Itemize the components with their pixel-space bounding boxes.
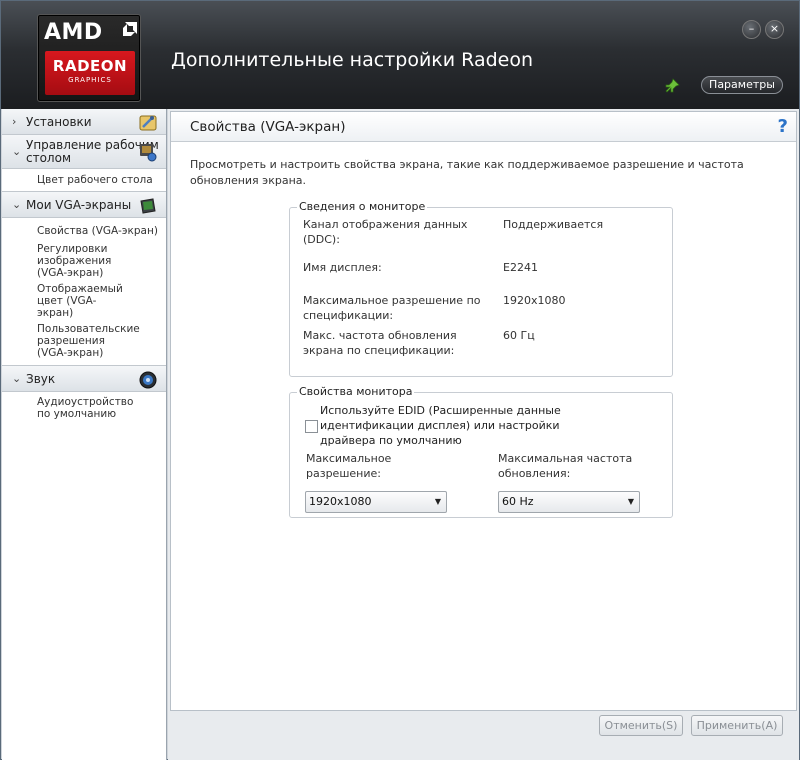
logo-sub: GRAPHICS xyxy=(68,76,112,84)
desktop-icon xyxy=(140,144,157,162)
display-name-label: Имя дисплея: xyxy=(303,261,382,274)
chevron-down-icon: ⌄ xyxy=(12,145,22,158)
main-panel: Свойства (VGA-экран) ? Просмотреть и нас… xyxy=(168,109,799,760)
max-refresh-value: 60 Hz xyxy=(502,495,534,508)
monitor-properties-group: Свойства монитора Используйте EDID (Расш… xyxy=(289,385,673,518)
max-resolution-label: Максимальное разрешение: xyxy=(306,452,392,480)
parameters-button[interactable]: Параметры xyxy=(701,76,783,94)
app-window: AMD RADEON GRAPHICS Дополнительные настр… xyxy=(0,0,800,760)
page-header: Свойства (VGA-экран) ? xyxy=(171,112,796,142)
logo-brand: AMD xyxy=(44,20,103,45)
chevron-right-icon: › xyxy=(12,115,17,128)
sidebar-item-desktop-management[interactable]: ⌄ Управление рабочим столом xyxy=(2,135,166,169)
sidebar-item-vga-properties[interactable]: Свойства (VGA-экран) xyxy=(2,222,166,241)
content-area: Свойства (VGA-экран) ? Просмотреть и нас… xyxy=(170,111,797,711)
ddc-label: Канал отображения данных (DDC): xyxy=(303,218,468,246)
apply-button[interactable]: Применить(A) xyxy=(691,715,783,736)
sidebar-item-display-color[interactable]: Отображаемый цвет (VGA-экран) xyxy=(2,281,132,321)
minimize-button[interactable]: – xyxy=(742,20,761,39)
ddc-value: Поддерживается xyxy=(503,218,604,231)
group-legend: Свойства монитора xyxy=(297,385,415,398)
help-icon[interactable]: ? xyxy=(778,116,788,137)
sidebar-item-image-adjustments[interactable]: Регулировки изображения (VGA-экран) xyxy=(2,241,132,281)
app-title: Дополнительные настройки Radeon xyxy=(171,49,534,71)
edid-checkbox[interactable] xyxy=(305,420,318,433)
max-resolution-select[interactable]: 1920x1080 ▼ xyxy=(305,491,447,513)
monitor-icon xyxy=(140,198,156,214)
sidebar-item-desktop-color[interactable]: Цвет рабочего стола xyxy=(2,169,166,192)
amd-logo: AMD RADEON GRAPHICS xyxy=(37,14,141,102)
dropdown-arrow-icon: ▼ xyxy=(434,497,441,506)
sidebar-item-settings[interactable]: › Установки xyxy=(2,109,166,135)
sidebar-item-custom-resolutions[interactable]: Пользовательские разрешения (VGA-экран) xyxy=(2,321,140,361)
max-refresh-label: Максимальная частота обновления: xyxy=(498,452,633,480)
dropdown-arrow-icon: ▼ xyxy=(627,497,634,506)
sidebar-item-sound[interactable]: ⌄ Звук xyxy=(2,366,166,392)
close-button[interactable]: × xyxy=(765,20,784,39)
page-description: Просмотреть и настроить свойства экрана,… xyxy=(190,158,744,187)
group-legend: Сведения о мониторе xyxy=(297,200,428,213)
chevron-down-icon: ⌄ xyxy=(12,372,22,385)
cancel-button[interactable]: Отменить(S) xyxy=(599,715,683,736)
max-resolution-value: 1920x1080 xyxy=(309,495,372,508)
page-title: Свойства (VGA-экран) xyxy=(190,119,346,135)
vga-submenu: Свойства (VGA-экран) Регулировки изображ… xyxy=(2,218,166,366)
sidebar: › Установки ⌄ Управление рабочим столом … xyxy=(2,109,167,760)
sidebar-item-default-audio[interactable]: Аудиоустройство по умолчанию xyxy=(2,392,142,422)
monitor-info-group: Сведения о мониторе Канал отображения да… xyxy=(289,200,673,377)
max-refresh-spec-label: Макс. частота обновления экрана по специ… xyxy=(303,329,457,357)
max-refresh-spec-value: 60 Гц xyxy=(503,329,535,342)
edid-checkbox-label[interactable]: Используйте EDID (Расширенные данные иде… xyxy=(320,403,570,448)
display-name-value: E2241 xyxy=(503,261,538,274)
max-resolution-spec-value: 1920x1080 xyxy=(503,294,566,307)
chevron-down-icon: ⌄ xyxy=(12,198,22,211)
max-resolution-spec-label: Максимальное разрешение по спецификации: xyxy=(303,294,481,322)
pin-icon[interactable] xyxy=(664,78,680,94)
max-refresh-select[interactable]: 60 Hz ▼ xyxy=(498,491,640,513)
amd-arrow-icon xyxy=(123,22,137,36)
logo-product: RADEON xyxy=(52,57,128,75)
speaker-icon xyxy=(139,371,157,389)
title-bar: AMD RADEON GRAPHICS Дополнительные настр… xyxy=(1,1,799,109)
radeon-badge: RADEON GRAPHICS xyxy=(45,51,135,95)
sidebar-item-vga-screens[interactable]: ⌄ Мои VGA-экраны xyxy=(2,192,166,218)
settings-icon xyxy=(139,115,157,131)
